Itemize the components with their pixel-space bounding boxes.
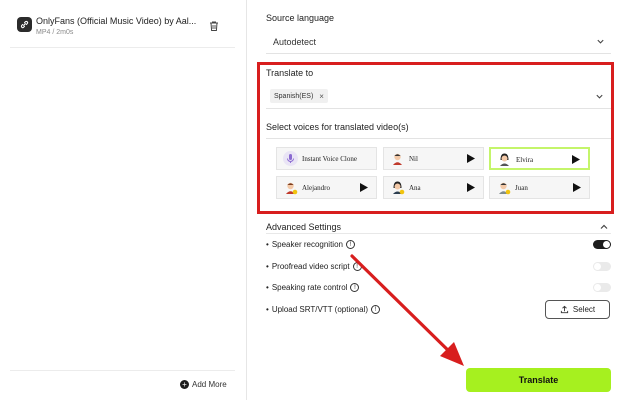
speaking-rate-toggle[interactable]: [593, 283, 611, 292]
option-label: Speaking rate control: [271, 283, 348, 292]
voice-clone-icon: [283, 151, 298, 166]
play-icon[interactable]: [467, 154, 475, 163]
divider: [266, 233, 611, 234]
option-upload-srt-vtt: • Upload SRT/VTT (optional) !: [266, 305, 381, 314]
source-language-value: Autodetect: [273, 37, 317, 47]
divider: [10, 370, 235, 371]
male-avatar-icon: [496, 180, 511, 195]
upload-select-button[interactable]: Select: [545, 300, 610, 319]
translate-button[interactable]: Translate: [466, 368, 611, 392]
upload-icon: [560, 305, 568, 314]
option-label: Upload SRT/VTT (optional): [271, 305, 369, 314]
speaker-recognition-toggle[interactable]: [593, 240, 611, 249]
female-avatar-icon: [497, 152, 512, 167]
option-speaker-recognition: • Speaker recognition !: [266, 240, 355, 249]
female-avatar-icon: [390, 180, 405, 195]
advanced-settings-label: Advanced Settings: [266, 222, 342, 232]
option-proofread-video-script: • Proofread video script !: [266, 262, 362, 271]
file-item[interactable]: OnlyFans (Official Music Video) by Aal..…: [10, 10, 230, 46]
voice-card-juan[interactable]: Juan: [489, 176, 590, 199]
translate-to-label: Translate to: [266, 68, 314, 78]
voice-name: Alejandro: [302, 184, 330, 192]
chevron-down-icon: [597, 39, 604, 44]
file-title: OnlyFans (Official Music Video) by Aal..…: [36, 16, 196, 26]
chevron-up-icon[interactable]: [599, 222, 609, 232]
voice-card-nil[interactable]: Nil: [383, 147, 484, 170]
link-icon: [17, 17, 32, 32]
plus-icon: +: [180, 380, 189, 389]
voice-card-elvira[interactable]: Elvira: [489, 147, 590, 170]
file-meta: MP4 / 2m0s: [36, 29, 74, 36]
voice-name: Nil: [409, 155, 418, 163]
source-language-label: Source language: [266, 13, 335, 23]
voices-label: Select voices for translated video(s): [266, 122, 409, 132]
language-chip[interactable]: Spanish(ES) ×: [270, 89, 328, 103]
play-icon[interactable]: [360, 183, 368, 192]
divider: [266, 108, 611, 109]
voice-name: Juan: [515, 184, 528, 192]
select-button-label: Select: [572, 305, 596, 314]
voice-name: Elvira: [516, 156, 534, 164]
divider: [10, 47, 235, 48]
translate-button-label: Translate: [518, 375, 559, 385]
option-speaking-rate-control: • Speaking rate control !: [266, 283, 360, 292]
add-more-button[interactable]: + Add More: [180, 380, 227, 389]
play-icon[interactable]: [467, 183, 475, 192]
remove-chip-icon[interactable]: ×: [319, 92, 324, 101]
voice-name: Ana: [409, 184, 421, 192]
add-more-label: Add More: [192, 380, 227, 389]
chevron-down-icon[interactable]: [595, 92, 604, 101]
file-list-panel: OnlyFans (Official Music Video) by Aal..…: [0, 0, 247, 400]
source-language-select[interactable]: Autodetect: [266, 30, 611, 54]
voice-card-ana[interactable]: Ana: [383, 176, 484, 199]
proofread-toggle[interactable]: [593, 262, 611, 271]
info-icon[interactable]: !: [371, 305, 381, 314]
voice-card-instant-voice-clone[interactable]: Instant Voice Clone: [276, 147, 377, 170]
play-icon[interactable]: [573, 183, 581, 192]
voice-card-alejandro[interactable]: Alejandro: [276, 176, 377, 199]
voice-name: Instant Voice Clone: [302, 155, 357, 163]
play-icon[interactable]: [572, 155, 580, 164]
male-avatar-icon: [390, 151, 405, 166]
male-avatar-icon: [283, 180, 298, 195]
voice-grid: Instant Voice Clone Nil Elvira Alejandro…: [276, 147, 591, 200]
info-icon[interactable]: !: [350, 283, 360, 292]
option-label: Proofread video script: [271, 262, 350, 271]
info-icon[interactable]: !: [352, 262, 362, 271]
info-icon[interactable]: !: [345, 240, 355, 249]
option-label: Speaker recognition: [271, 240, 343, 249]
trash-icon[interactable]: [208, 20, 220, 32]
language-chip-label: Spanish(ES): [274, 92, 314, 100]
